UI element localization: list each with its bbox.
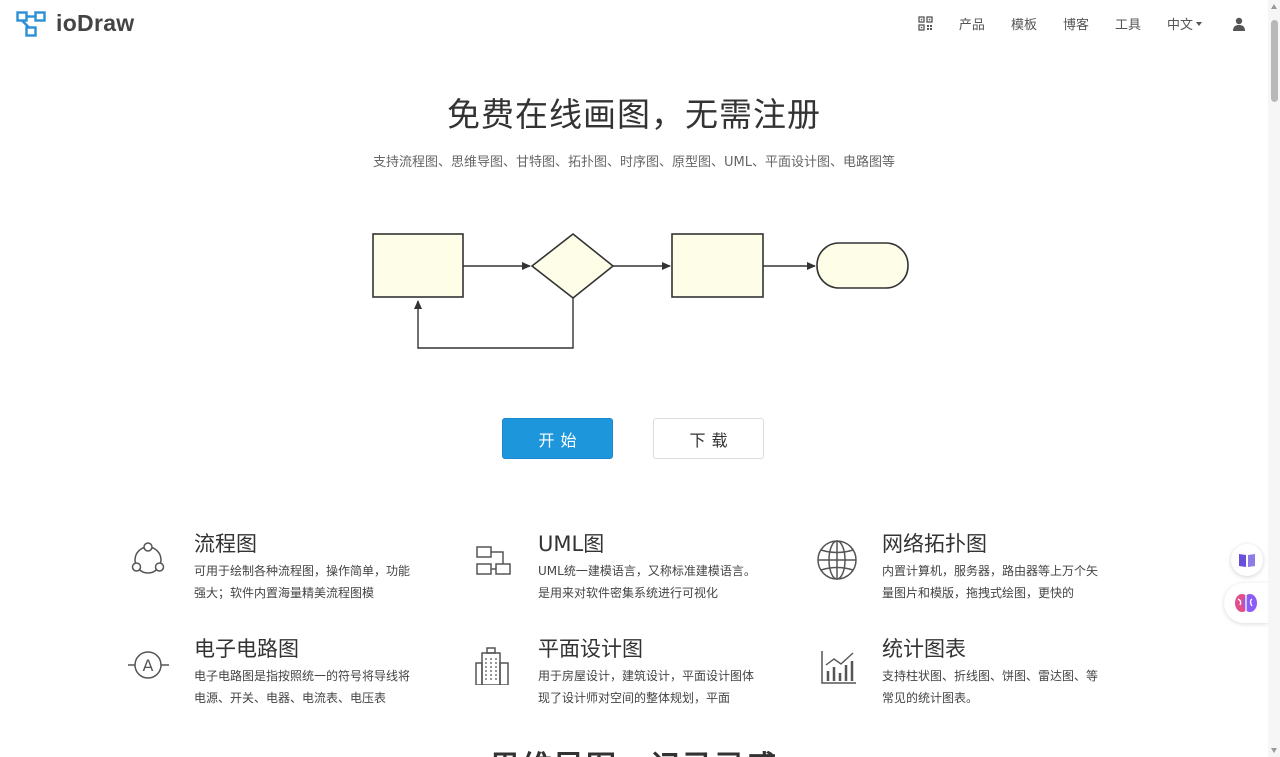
hero-subtitle: 支持流程图、思维导图、甘特图、拓扑图、时序图、原型图、UML、平面设计图、电路图… — [373, 155, 895, 170]
nav-templates[interactable]: 模板 — [1011, 14, 1037, 33]
caret-down-icon — [1196, 22, 1202, 26]
nav-blog[interactable]: 博客 — [1063, 14, 1089, 33]
bar-chart-icon — [821, 651, 856, 684]
logo[interactable]: ioDraw — [16, 10, 134, 37]
feature-uml[interactable]: UML图 UML统一建模语言，又称标准建模语言。是用来对软件密集系统进行可视化 — [472, 528, 772, 600]
reader-mode-button[interactable] — [1231, 544, 1263, 576]
ammeter-icon: A — [128, 651, 169, 679]
book-icon — [1239, 554, 1255, 567]
feature-desc: 内置计算机，服务器，路由器等上万个矢量图片和模版，拖拽式绘图，更快的 — [882, 564, 1099, 600]
feature-title: UML图 — [538, 532, 605, 556]
uml-icon — [476, 546, 511, 575]
scroll-up-arrow-icon[interactable] — [1271, 4, 1277, 9]
feature-desc: 支持柱状图、折线图、饼图、雷达图、等常见的统计图表。 — [882, 669, 1099, 705]
globe-icon — [817, 540, 857, 580]
download-button[interactable]: 下载 — [653, 418, 764, 459]
process-box-2 — [671, 233, 764, 298]
vertical-scrollbar[interactable] — [1268, 0, 1280, 757]
feature-network[interactable]: 网络拓扑图 内置计算机，服务器，路由器等上万个矢量图片和模版，拖拽式绘图，更快的 — [816, 528, 1116, 600]
language-dropdown[interactable]: 中文 — [1167, 14, 1202, 33]
process-box-1 — [372, 233, 464, 298]
flowchart-illustration — [372, 232, 909, 349]
feature-title: 电子电路图 — [194, 637, 299, 661]
language-label: 中文 — [1166, 18, 1193, 33]
terminal-shape — [816, 242, 909, 289]
hero-title: 免费在线画图，无需注册 — [447, 95, 821, 134]
feature-charts[interactable]: 统计图表 支持柱状图、折线图、饼图、雷达图、等常见的统计图表。 — [816, 633, 1116, 705]
main-nav: 产品 模板 博客 工具 中文 — [892, 14, 1246, 33]
scroll-thumb[interactable] — [1271, 20, 1278, 102]
section-title: 思维导图，记录灵感 — [0, 742, 1268, 757]
start-button[interactable]: 开始 — [502, 418, 613, 459]
decision-diamond — [530, 232, 615, 300]
qr-code-icon[interactable] — [918, 16, 933, 31]
svg-text:A: A — [143, 656, 154, 675]
feature-title: 平面设计图 — [538, 637, 643, 661]
feature-title: 网络拓扑图 — [882, 532, 987, 556]
feature-floorplan[interactable]: 平面设计图 用于房屋设计，建筑设计，平面设计图体现了设计师对空间的整体规划，平面 — [472, 633, 772, 705]
logo-text: ioDraw — [56, 10, 135, 36]
flowchart-icon — [131, 542, 165, 574]
feature-desc: 可用于绘制各种流程图，操作简单，功能强大；软件内置海量精美流程图模 — [194, 564, 411, 600]
logo-icon — [16, 10, 46, 37]
feature-desc: 用于房屋设计，建筑设计，平面设计图体现了设计师对空间的整体规划，平面 — [538, 669, 755, 705]
feature-desc: UML统一建模语言，又称标准建模语言。是用来对软件密集系统进行可视化 — [538, 564, 756, 600]
nav-tools[interactable]: 工具 — [1115, 14, 1141, 33]
feature-flowchart[interactable]: 流程图 可用于绘制各种流程图，操作简单，功能强大；软件内置海量精美流程图模 — [128, 528, 428, 600]
feature-desc: 电子电路图是指按照统一的符号将导线将电源、开关、电器、电流表、电压表 — [194, 669, 411, 705]
ai-assistant-button[interactable] — [1224, 583, 1268, 623]
user-icon[interactable] — [1232, 17, 1246, 31]
nav-products[interactable]: 产品 — [959, 14, 985, 33]
top-navbar: ioDraw 产品 模板 博客 工具 中文 — [0, 0, 1268, 48]
brain-icon — [1235, 594, 1257, 612]
feature-title: 流程图 — [194, 532, 257, 556]
scroll-down-arrow-icon[interactable] — [1271, 748, 1277, 753]
building-icon — [475, 647, 509, 685]
feature-title: 统计图表 — [882, 637, 966, 661]
feature-circuit[interactable]: A 电子电路图 电子电路图是指按照统一的符号将导线将电源、开关、电器、电流表、电… — [128, 633, 428, 705]
